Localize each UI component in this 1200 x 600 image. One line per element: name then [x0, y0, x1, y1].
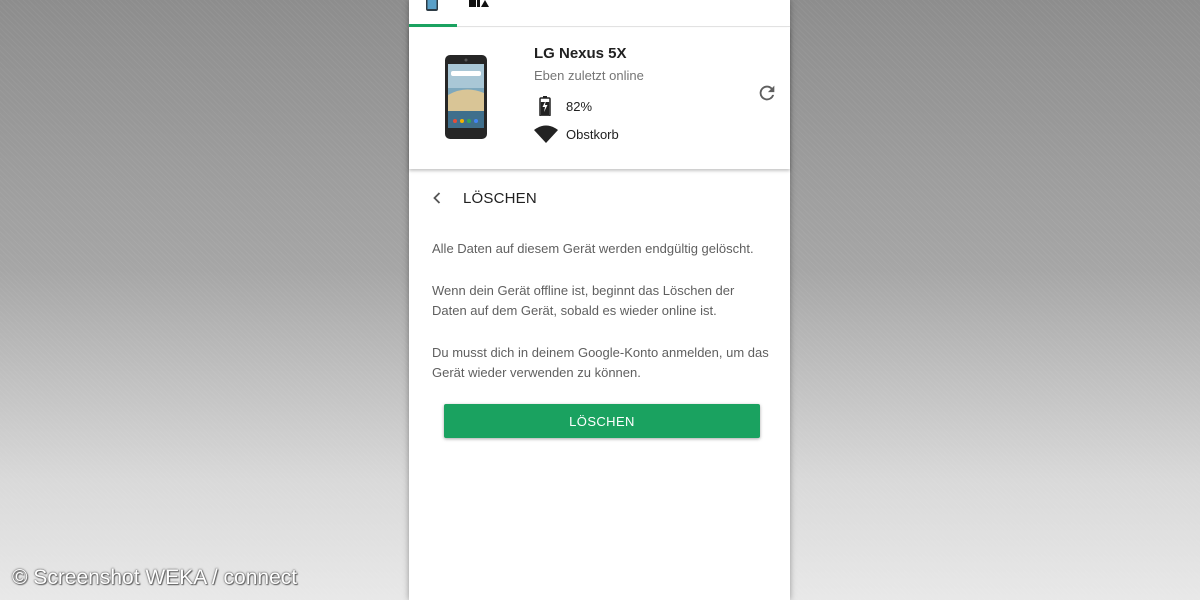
tab-indicator — [409, 24, 457, 27]
erase-info-paragraph: Du musst dich in deinem Google-Konto anm… — [432, 345, 769, 380]
tab-play-sound[interactable] — [465, 0, 497, 26]
section-title: LÖSCHEN — [463, 190, 537, 207]
wifi-icon — [534, 125, 558, 143]
refresh-icon[interactable] — [756, 82, 778, 104]
device-image — [445, 55, 487, 139]
battery-level: 82% — [566, 99, 593, 114]
network-name: Obstkorb — [566, 127, 619, 142]
device-status: Eben zuletzt online — [534, 68, 644, 83]
copyright-watermark: © Screenshot WEKA / connect — [12, 566, 298, 589]
erase-info-paragraph: Alle Daten auf diesem Gerät werden endgü… — [432, 241, 754, 256]
device-name: LG Nexus 5X — [534, 45, 627, 62]
battery-charging-icon — [539, 96, 551, 116]
chevron-left-icon[interactable] — [427, 188, 447, 208]
play-sound-icon — [469, 0, 489, 7]
device-tab-bar — [409, 0, 790, 27]
app-panel: LG Nexus 5X Eben zuletzt online 82% Obst… — [409, 0, 790, 600]
device-card: LG Nexus 5X Eben zuletzt online 82% Obst… — [409, 28, 790, 169]
tab-device[interactable] — [409, 0, 457, 27]
phone-icon — [426, 0, 438, 11]
erase-button[interactable]: LÖSCHEN — [444, 404, 760, 438]
erase-info-paragraph: Wenn dein Gerät offline ist, beginnt das… — [432, 283, 735, 318]
